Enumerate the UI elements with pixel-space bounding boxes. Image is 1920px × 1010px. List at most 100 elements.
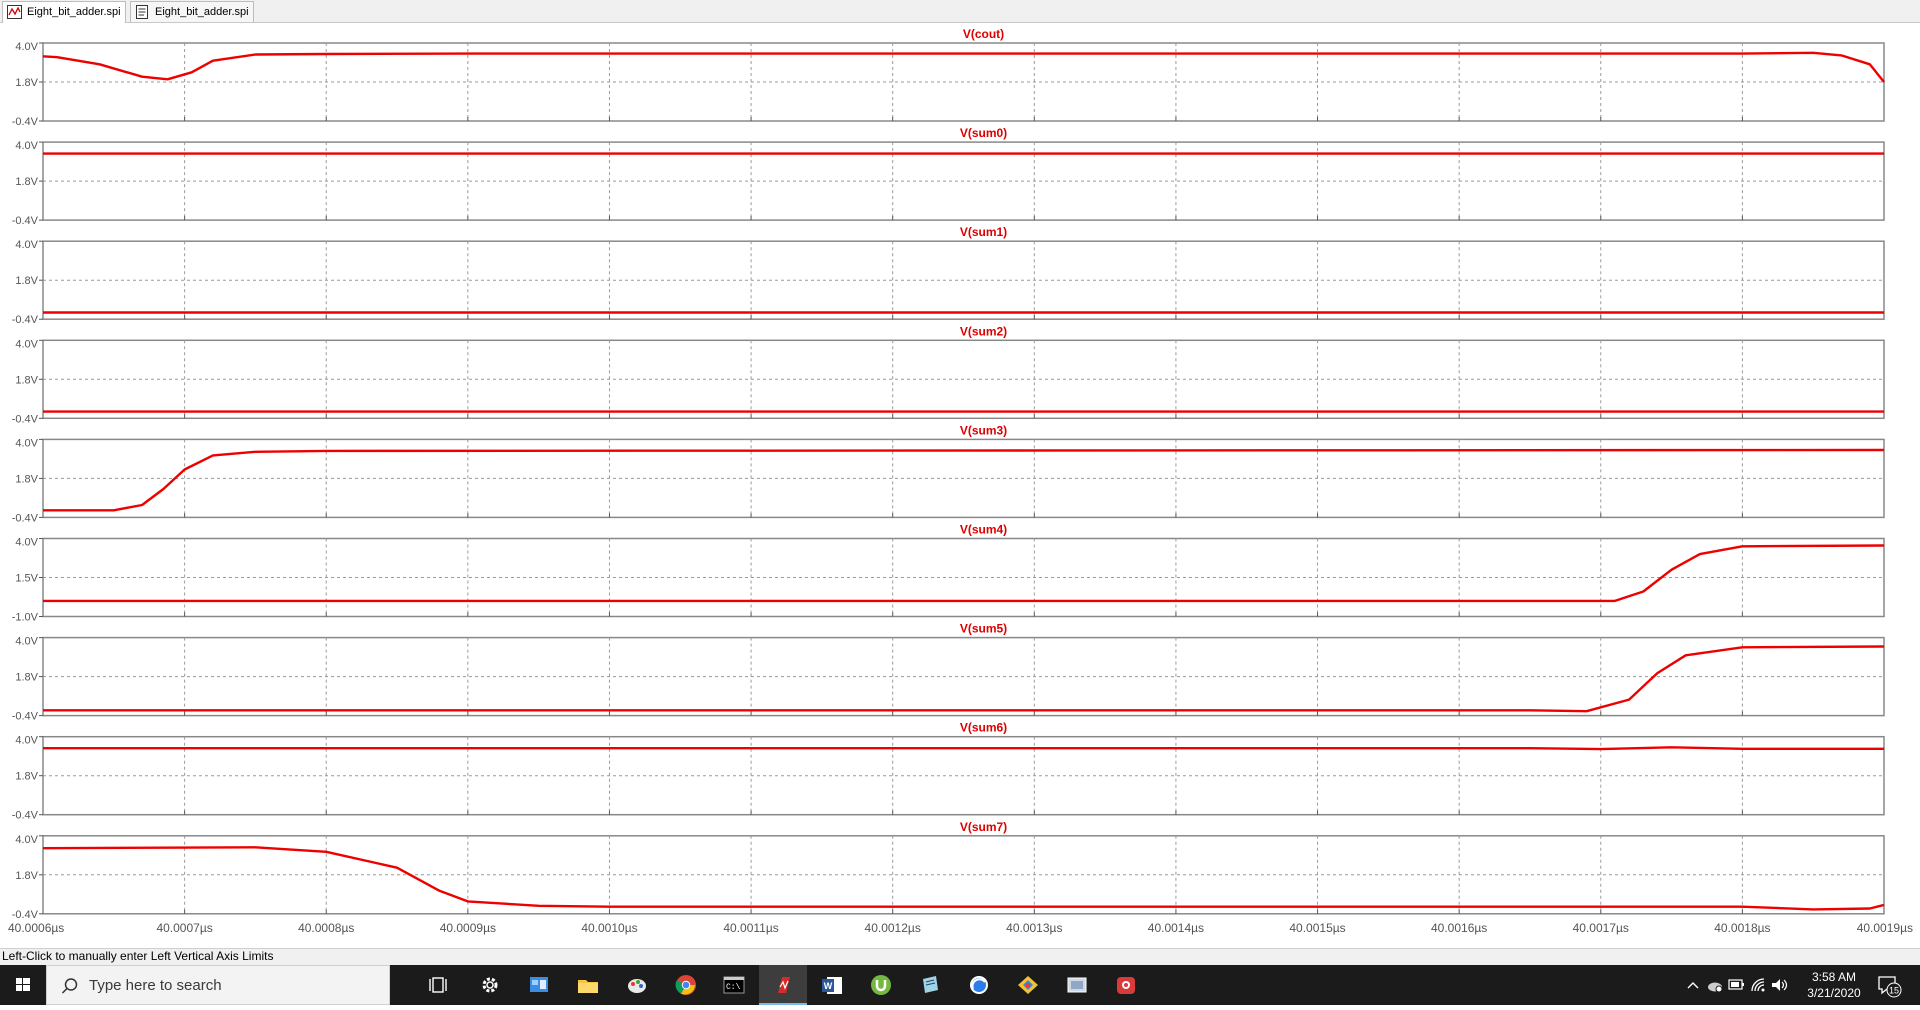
clock-time: 3:58 AM [1811, 970, 1857, 984]
taskbar-app-button[interactable] [1053, 965, 1101, 1005]
waveform-pane[interactable]: V(sum1) 4.0V 1.8V -0.4V [12, 225, 1885, 326]
taskbar-app-button[interactable] [906, 965, 954, 1005]
taskbar-app-button[interactable] [955, 965, 1003, 1005]
trace-title[interactable]: V(sum3) [960, 423, 1007, 437]
trace-title[interactable]: V(sum6) [960, 721, 1007, 735]
waveform-viewer[interactable]: V(cout) 4.0V 1.8V -0.4V V(sum0) 4.0V 1.8V -0.4V… [0, 23, 1920, 948]
y-tick-label[interactable]: 1.5V [15, 573, 38, 585]
x-tick-label[interactable]: 40.0019µs [1857, 921, 1913, 935]
trace-title[interactable]: V(sum0) [960, 126, 1007, 140]
y-tick-label[interactable]: 1.8V [15, 473, 38, 485]
taskbar-app-button[interactable]: C:\ [710, 965, 758, 1005]
taskbar-app-button[interactable] [613, 965, 661, 1005]
y-tick-label[interactable]: -0.4V [12, 314, 39, 326]
y-tick-label[interactable]: 1.8V [15, 870, 38, 882]
trace-title[interactable]: V(sum5) [960, 622, 1007, 636]
onedrive-icon[interactable] [1706, 977, 1724, 993]
tab-label: Eight_bit_adder.spi [155, 6, 249, 18]
red-app-icon [1117, 977, 1135, 994]
system-tray [1680, 965, 1790, 1005]
chevron-up-icon[interactable] [1686, 979, 1700, 991]
x-tick-label[interactable]: 40.0014µs [1148, 921, 1204, 935]
taskbar-app-button[interactable] [515, 965, 563, 1005]
x-tick-label[interactable]: 40.0015µs [1289, 921, 1345, 935]
y-tick-label[interactable]: 1.8V [15, 672, 38, 684]
windows-taskbar: Type here to search C:\ W 3:58 AM 3/21/2… [0, 965, 1920, 1005]
taskbar-app-button[interactable] [1102, 965, 1150, 1005]
y-tick-label[interactable]: -0.4V [12, 810, 39, 822]
taskbar-app-button[interactable]: W [808, 965, 856, 1005]
waveform-pane[interactable]: V(cout) 4.0V 1.8V -0.4V [12, 27, 1885, 128]
y-tick-label[interactable]: -1.0V [12, 612, 39, 624]
x-tick-label[interactable]: 40.0013µs [1006, 921, 1062, 935]
search-icon [61, 978, 78, 994]
chrome-icon [675, 975, 696, 995]
taskbar-app-button[interactable] [662, 965, 710, 1005]
taskbar-app-button[interactable] [466, 965, 514, 1005]
y-tick-label[interactable]: 4.0V [15, 239, 38, 251]
trace-title[interactable]: V(cout) [963, 27, 1004, 41]
file-explorer-icon [578, 980, 598, 993]
y-tick-label[interactable]: -0.4V [12, 413, 39, 425]
taskbar-app-button[interactable] [416, 965, 464, 1005]
screenshot-icon [1067, 977, 1087, 993]
trace-title[interactable]: V(sum7) [960, 820, 1007, 834]
battery-icon[interactable] [1728, 978, 1746, 992]
x-tick-label[interactable]: 40.0012µs [865, 921, 921, 935]
volume-icon[interactable] [1770, 977, 1790, 993]
svg-text:C:\: C:\ [726, 983, 741, 992]
search-placeholder: Type here to search [89, 977, 222, 994]
tab-waveform[interactable]: Eight_bit_adder.spi [2, 1, 126, 23]
x-tick-label[interactable]: 40.0010µs [581, 921, 637, 935]
x-tick-label[interactable]: 40.0018µs [1714, 921, 1770, 935]
action-center-icon[interactable]: 15 [1876, 973, 1902, 999]
taskbar-app-button[interactable] [1004, 965, 1052, 1005]
taskbar-search-box[interactable]: Type here to search [46, 965, 390, 1005]
status-text: Left-Click to manually enter Left Vertic… [2, 949, 274, 963]
y-tick-label[interactable]: 1.8V [15, 77, 38, 89]
y-tick-label[interactable]: -0.4V [12, 215, 39, 227]
y-tick-label[interactable]: 4.0V [15, 537, 38, 549]
y-tick-label[interactable]: 1.8V [15, 374, 38, 386]
tab-netlist[interactable]: Eight_bit_adder.spi [130, 1, 254, 22]
start-button[interactable] [0, 965, 46, 1005]
taskbar-clock[interactable]: 3:58 AM 3/21/2020 [1794, 969, 1874, 1001]
x-tick-label[interactable]: 40.0006µs [8, 921, 64, 935]
trace-title[interactable]: V(sum4) [960, 523, 1007, 537]
waveform-pane[interactable]: V(sum3) 4.0V 1.8V -0.4V [12, 423, 1885, 524]
trace-title[interactable]: V(sum1) [960, 225, 1007, 239]
y-tick-label[interactable]: 1.8V [15, 275, 38, 287]
waveform-pane[interactable]: V(sum5) 4.0V 1.8V -0.4V [12, 622, 1885, 723]
x-tick-label[interactable]: 40.0007µs [156, 921, 212, 935]
y-tick-label[interactable]: 4.0V [15, 437, 38, 449]
x-tick-label[interactable]: 40.0011µs [723, 921, 778, 935]
taskbar-app-button[interactable] [857, 965, 905, 1005]
y-tick-label[interactable]: 4.0V [15, 140, 38, 152]
y-tick-label[interactable]: 4.0V [15, 41, 38, 53]
wifi-icon[interactable] [1750, 977, 1766, 993]
trace-title[interactable]: V(sum2) [960, 324, 1007, 338]
waveform-icon [7, 5, 22, 19]
waveform-pane[interactable]: V(sum7) 4.0V 1.8V -0.4V [12, 820, 1885, 921]
y-tick-label[interactable]: -0.4V [12, 909, 39, 921]
y-tick-label[interactable]: 4.0V [15, 338, 38, 350]
taskbar-app-button[interactable] [564, 965, 612, 1005]
taskbar-app-button[interactable] [759, 965, 807, 1005]
x-tick-label[interactable]: 40.0008µs [298, 921, 354, 935]
y-tick-label[interactable]: 4.0V [15, 735, 38, 747]
x-tick-label[interactable]: 40.0009µs [440, 921, 496, 935]
y-tick-label[interactable]: -0.4V [12, 512, 39, 524]
x-tick-label[interactable]: 40.0017µs [1573, 921, 1629, 935]
x-tick-label[interactable]: 40.0016µs [1431, 921, 1487, 935]
y-tick-label[interactable]: 1.8V [15, 771, 38, 783]
waveform-pane[interactable]: V(sum4) 4.0V 1.5V -1.0V [12, 523, 1885, 624]
y-tick-label[interactable]: -0.4V [12, 711, 39, 723]
waveform-pane[interactable]: V(sum2) 4.0V 1.8V -0.4V [12, 324, 1885, 425]
waveform-pane[interactable]: V(sum6) 4.0V 1.8V -0.4V [12, 721, 1885, 822]
y-tick-label[interactable]: 1.8V [15, 176, 38, 188]
waveform-pane[interactable]: V(sum0) 4.0V 1.8V -0.4V [12, 126, 1885, 227]
windows-logo-icon [16, 978, 30, 991]
y-tick-label[interactable]: -0.4V [12, 116, 39, 128]
y-tick-label[interactable]: 4.0V [15, 636, 38, 648]
y-tick-label[interactable]: 4.0V [15, 834, 38, 846]
